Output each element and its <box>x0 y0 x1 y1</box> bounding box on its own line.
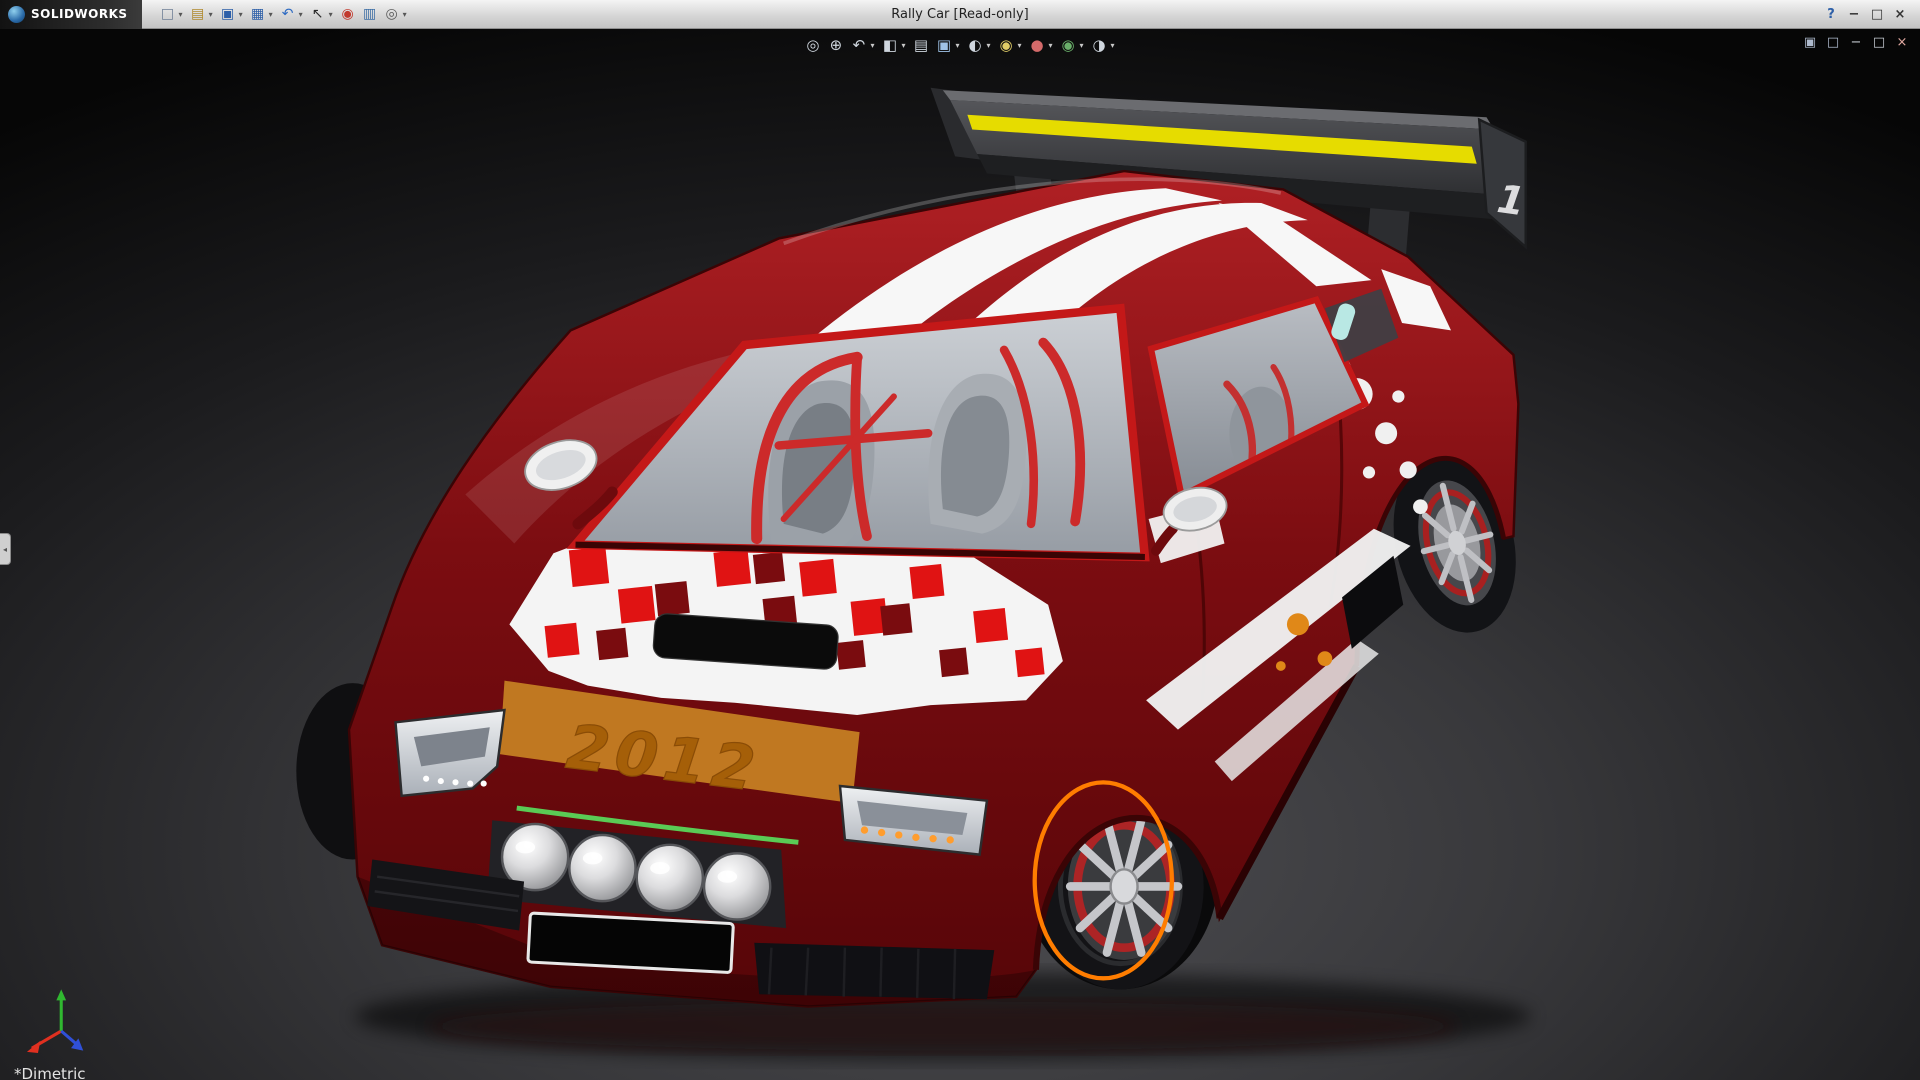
view-settings-dropdown[interactable]: ▾ <box>1111 41 1115 50</box>
doc-window-a-icon[interactable]: ▣ <box>1802 34 1818 50</box>
zoom-to-area-icon[interactable]: ⊕ <box>825 35 846 56</box>
ground-reflection <box>429 1002 1458 1051</box>
previous-view-dropdown[interactable]: ▾ <box>870 41 874 50</box>
print-icon[interactable]: ▦ <box>248 4 268 24</box>
save-icon[interactable]: ▣ <box>218 4 238 24</box>
doc-window-b-icon[interactable]: □ <box>1825 34 1841 50</box>
undo-icon[interactable]: ↶ <box>278 4 298 24</box>
view-settings-icon[interactable]: ◑ <box>1089 35 1110 56</box>
open-document-dropdown[interactable]: ▾ <box>209 10 213 19</box>
section-view-dropdown[interactable]: ▾ <box>901 41 905 50</box>
options-dropdown[interactable]: ▾ <box>403 10 407 19</box>
maximize-icon[interactable]: □ <box>1869 6 1885 22</box>
view-orientation-icon[interactable]: ▣ <box>933 35 954 56</box>
doc-restore-icon[interactable]: □ <box>1871 34 1887 50</box>
options-icon[interactable]: ◎ <box>382 4 402 24</box>
open-document-icon[interactable]: ▤ <box>188 4 208 24</box>
view-orientation-dropdown[interactable]: ▾ <box>955 41 959 50</box>
window-title: Rally Car [Read-only] <box>891 7 1029 22</box>
display-style-icon[interactable]: ◐ <box>964 35 985 56</box>
annotation-view-icon[interactable]: ▤ <box>910 35 931 56</box>
edit-appearance-dropdown[interactable]: ▾ <box>1049 41 1053 50</box>
heads-up-view-toolbar: ◎⊕↶▾◧▾▤▣▾◐▾◉▾●▾◉▾◑▾ <box>796 34 1123 57</box>
main-toolbar: □▾▤▾▣▾▦▾↶▾↖▾◉▥◎▾ <box>142 4 410 24</box>
hide-show-items-icon[interactable]: ◉ <box>996 35 1017 56</box>
zoom-to-fit-icon[interactable]: ◎ <box>802 35 823 56</box>
rebuild-icon[interactable]: ◉ <box>338 4 358 24</box>
edit-appearance-icon[interactable]: ● <box>1027 35 1048 56</box>
print-dropdown[interactable]: ▾ <box>269 10 273 19</box>
brand-name: SOLIDWORKS <box>31 7 128 21</box>
undo-dropdown[interactable]: ▾ <box>299 10 303 19</box>
new-document-icon[interactable]: □ <box>158 4 178 24</box>
view-orientation-label: *Dimetric <box>14 1065 86 1080</box>
scene-3d[interactable]: 1 <box>0 29 1920 1080</box>
graphics-viewport[interactable]: 1 <box>0 29 1920 1080</box>
window-controls: ?−□ × <box>1823 6 1920 22</box>
apply-scene-icon[interactable]: ◉ <box>1058 35 1079 56</box>
solidworks-logo: SOLIDWORKS <box>0 0 142 29</box>
grille-center <box>754 943 994 999</box>
section-view-icon[interactable]: ◧ <box>879 35 900 56</box>
help-icon[interactable]: ? <box>1823 6 1839 22</box>
close-icon[interactable]: × <box>1892 6 1908 22</box>
select-dropdown[interactable]: ▾ <box>329 10 333 19</box>
apply-scene-dropdown[interactable]: ▾ <box>1080 41 1084 50</box>
new-document-dropdown[interactable]: ▾ <box>179 10 183 19</box>
panel-collapse-tab[interactable]: ◂ <box>0 533 11 565</box>
previous-view-icon[interactable]: ↶ <box>848 35 869 56</box>
minimize-icon[interactable]: − <box>1846 6 1862 22</box>
license-plate[interactable] <box>528 913 734 973</box>
dassault-3ds-logo-icon <box>8 6 25 23</box>
doc-minimize-icon[interactable]: − <box>1848 34 1864 50</box>
titlebar: SOLIDWORKS □▾▤▾▣▾▦▾↶▾↖▾◉▥◎▾ Rally Car [R… <box>0 0 1920 29</box>
display-style-dropdown[interactable]: ▾ <box>986 41 990 50</box>
hide-show-items-dropdown[interactable]: ▾ <box>1018 41 1022 50</box>
file-properties-icon[interactable]: ▥ <box>360 4 380 24</box>
document-window-controls: ▣ □−□ × <box>1802 34 1910 50</box>
save-dropdown[interactable]: ▾ <box>239 10 243 19</box>
select-icon[interactable]: ↖ <box>308 4 328 24</box>
doc-close-icon[interactable]: × <box>1894 34 1910 50</box>
